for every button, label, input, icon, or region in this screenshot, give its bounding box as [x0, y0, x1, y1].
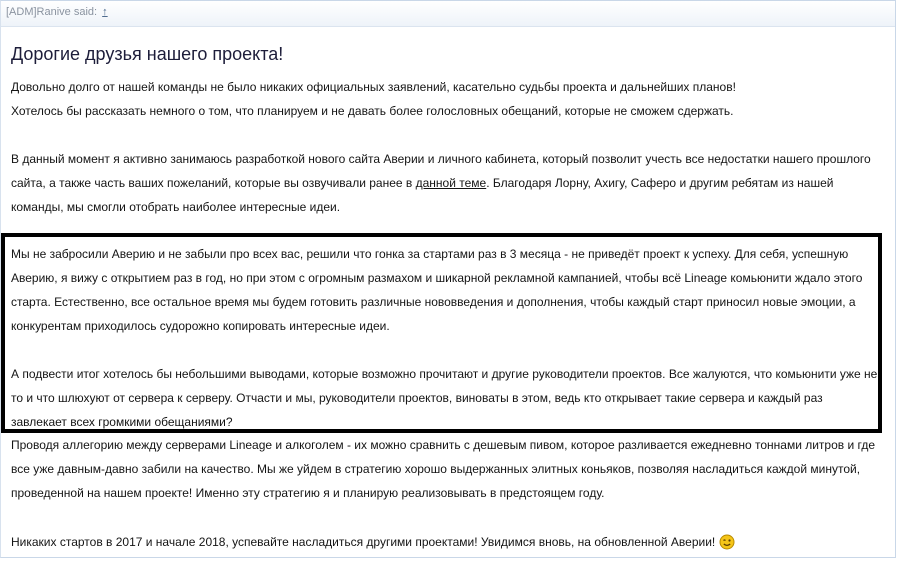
post-text: . Благодаря Лорну, Ахигу, Саферо и други…: [486, 176, 834, 190]
post-title: Дорогие друзья нашего проекта!: [11, 44, 284, 64]
post-line: команды, мы смогли отобрать наиболее инт…: [11, 200, 341, 214]
post-line: проведенной на нашем проекте! Именно эту…: [11, 486, 605, 500]
post-line: Проводя аллегорию между серверами Lineag…: [11, 438, 876, 452]
post-line: сайта, а также часть ваших пожеланий, ко…: [11, 176, 833, 190]
topic-link[interactable]: данной теме: [416, 176, 487, 190]
quote-attribution-bar: [ADM]Ranive said: ↑: [1, 1, 895, 27]
quote-author: [ADM]Ranive said:: [6, 6, 98, 18]
post-line: Никаких стартов в 2017 и начале 2018, ус…: [11, 534, 735, 550]
post-text: сайта, а также часть ваших пожеланий, ко…: [11, 176, 416, 190]
goto-post-link[interactable]: ↑: [102, 6, 108, 18]
highlight-frame: [1, 233, 882, 433]
post-line: Хотелось бы рассказать немного о том, чт…: [11, 104, 734, 118]
post-line: все уже давным-давно забили на качество.…: [11, 462, 861, 476]
post-line: Довольно долго от нашей команды не было …: [11, 80, 736, 94]
wink-smiley-icon: [719, 534, 735, 550]
post-line: В данный момент я активно занимаюсь разр…: [11, 152, 871, 166]
post-text: Никаких стартов в 2017 и начале 2018, ус…: [11, 535, 716, 549]
quote-attribution: [ADM]Ranive said: ↑: [6, 6, 108, 18]
